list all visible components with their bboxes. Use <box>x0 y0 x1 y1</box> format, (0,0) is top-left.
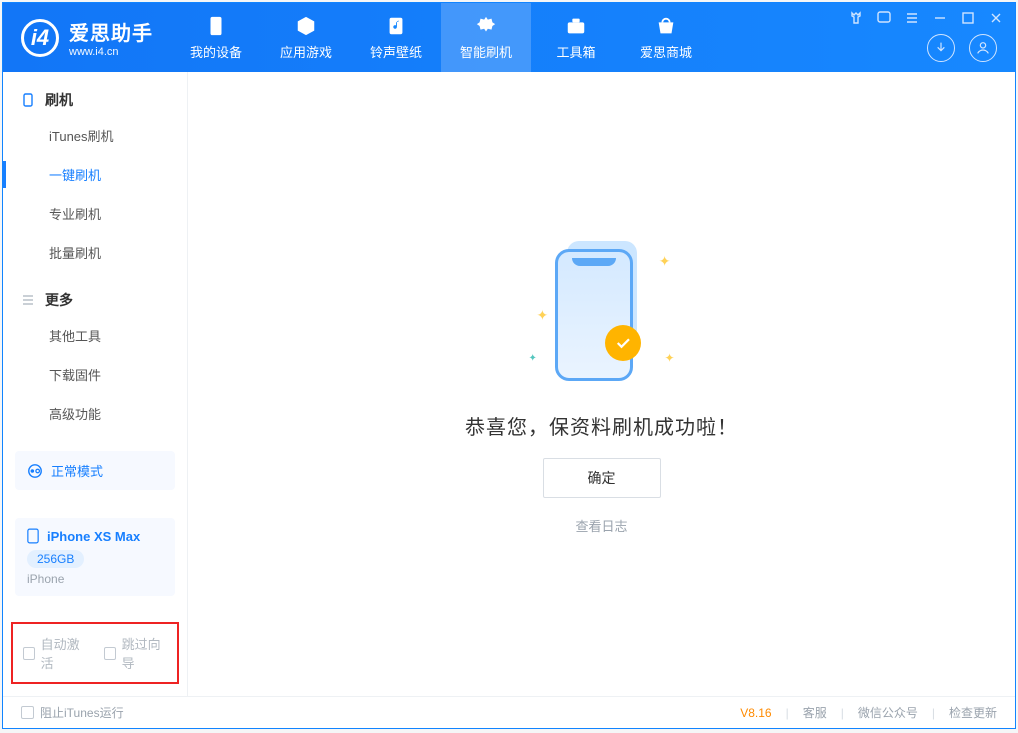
mode-label: 正常模式 <box>51 461 103 480</box>
nav-label: 智能刷机 <box>460 42 512 61</box>
sidebar-item-advanced[interactable]: 高级功能 <box>3 394 187 433</box>
logo-icon: i4 <box>21 19 59 57</box>
nav-label: 应用游戏 <box>280 42 332 61</box>
gear-icon <box>474 14 498 38</box>
menu-icon[interactable] <box>905 11 919 25</box>
checkbox-block-itunes[interactable]: 阻止iTunes运行 <box>21 704 124 721</box>
confirm-button[interactable]: 确定 <box>543 458 661 498</box>
maximize-button[interactable] <box>961 11 975 25</box>
top-nav: 我的设备 应用游戏 铃声壁纸 智能刷机 工具箱 爱思商城 <box>171 3 711 72</box>
footer-right: V8.16 | 客服 | 微信公众号 | 检查更新 <box>740 704 997 721</box>
section-title: 更多 <box>45 290 73 310</box>
device-storage: 256GB <box>27 550 84 568</box>
section-header-more: 更多 <box>3 272 187 316</box>
device-mode-box[interactable]: 正常模式 <box>15 451 175 490</box>
checkbox-icon <box>23 647 35 660</box>
support-link[interactable]: 客服 <box>803 704 827 721</box>
device-phone-icon <box>27 528 39 544</box>
version-label: V8.16 <box>740 706 771 720</box>
nav-apps-games[interactable]: 应用游戏 <box>261 3 351 72</box>
checkbox-label: 跳过向导 <box>122 634 167 672</box>
checkbox-skip-guide[interactable]: 跳过向导 <box>104 634 167 672</box>
section-header-flash: 刷机 <box>3 72 187 116</box>
main-content: ✦ ✦ ✦ ✦ 恭喜您，保资料刷机成功啦！ 确定 查看日志 <box>188 72 1015 696</box>
window-controls <box>849 11 1003 25</box>
app-window: i4 爱思助手 www.i4.cn 我的设备 应用游戏 铃声壁纸 智能刷机 <box>2 2 1016 729</box>
nav-label: 工具箱 <box>556 42 595 61</box>
nav-label: 我的设备 <box>190 42 242 61</box>
sparkle-icon: ✦ <box>537 307 549 324</box>
phone-small-icon <box>21 93 35 107</box>
logo-block: i4 爱思助手 www.i4.cn <box>3 3 171 72</box>
header: i4 爱思助手 www.i4.cn 我的设备 应用游戏 铃声壁纸 智能刷机 <box>3 3 1015 72</box>
sidebar-item-download-firmware[interactable]: 下载固件 <box>3 355 187 394</box>
result-title: 恭喜您，保资料刷机成功啦！ <box>465 411 738 440</box>
checkbox-icon <box>104 647 116 660</box>
checkbox-label: 阻止iTunes运行 <box>40 704 124 721</box>
mode-icon <box>27 463 43 479</box>
nav-my-device[interactable]: 我的设备 <box>171 3 261 72</box>
nav-toolbox[interactable]: 工具箱 <box>531 3 621 72</box>
body: 刷机 iTunes刷机 一键刷机 专业刷机 批量刷机 更多 其他工具 下载固件 … <box>3 72 1015 696</box>
list-icon <box>21 293 35 307</box>
device-model: iPhone <box>27 572 163 586</box>
nav-ringtones-wallpapers[interactable]: 铃声壁纸 <box>351 3 441 72</box>
toolbox-icon <box>564 14 588 38</box>
checkmark-badge-icon <box>605 325 641 361</box>
music-icon <box>384 14 408 38</box>
checkbox-auto-activate[interactable]: 自动激活 <box>23 634 86 672</box>
sidebar-item-other-tools[interactable]: 其他工具 <box>3 316 187 355</box>
account-button[interactable] <box>969 34 997 62</box>
shop-icon <box>654 14 678 38</box>
cube-icon <box>294 14 318 38</box>
nav-smart-flash[interactable]: 智能刷机 <box>441 3 531 72</box>
sidebar-item-pro-flash[interactable]: 专业刷机 <box>3 194 187 233</box>
checkbox-icon <box>21 706 34 719</box>
sidebar-item-itunes-flash[interactable]: iTunes刷机 <box>3 116 187 155</box>
footer: 阻止iTunes运行 V8.16 | 客服 | 微信公众号 | 检查更新 <box>3 696 1015 728</box>
nav-shop[interactable]: 爱思商城 <box>621 3 711 72</box>
sparkle-icon: ✦ <box>659 253 671 270</box>
check-update-link[interactable]: 检查更新 <box>949 704 997 721</box>
sparkle-icon: ✦ <box>529 353 537 364</box>
sidebar: 刷机 iTunes刷机 一键刷机 专业刷机 批量刷机 更多 其他工具 下载固件 … <box>3 72 188 696</box>
device-name: iPhone XS Max <box>47 529 140 544</box>
nav-label: 铃声壁纸 <box>370 42 422 61</box>
phone-icon <box>204 14 228 38</box>
checkbox-label: 自动激活 <box>41 634 86 672</box>
options-box: 自动激活 跳过向导 <box>11 622 179 684</box>
footer-left: 阻止iTunes运行 <box>21 704 124 721</box>
header-right <box>927 34 997 62</box>
wechat-link[interactable]: 微信公众号 <box>858 704 918 721</box>
feedback-icon[interactable] <box>877 11 891 25</box>
view-log-link[interactable]: 查看日志 <box>575 516 627 535</box>
download-button[interactable] <box>927 34 955 62</box>
sidebar-item-batch-flash[interactable]: 批量刷机 <box>3 233 187 272</box>
app-name: 爱思助手 <box>69 17 153 46</box>
minimize-button[interactable] <box>933 11 947 25</box>
device-info-box[interactable]: iPhone XS Max 256GB iPhone <box>15 518 175 596</box>
nav-label: 爱思商城 <box>640 42 692 61</box>
success-illustration: ✦ ✦ ✦ ✦ <box>527 233 677 393</box>
section-title: 刷机 <box>45 90 73 110</box>
sidebar-item-oneclick-flash[interactable]: 一键刷机 <box>3 155 187 194</box>
sparkle-icon: ✦ <box>664 351 674 365</box>
close-button[interactable] <box>989 11 1003 25</box>
app-url: www.i4.cn <box>69 46 153 58</box>
shirt-icon[interactable] <box>849 11 863 25</box>
